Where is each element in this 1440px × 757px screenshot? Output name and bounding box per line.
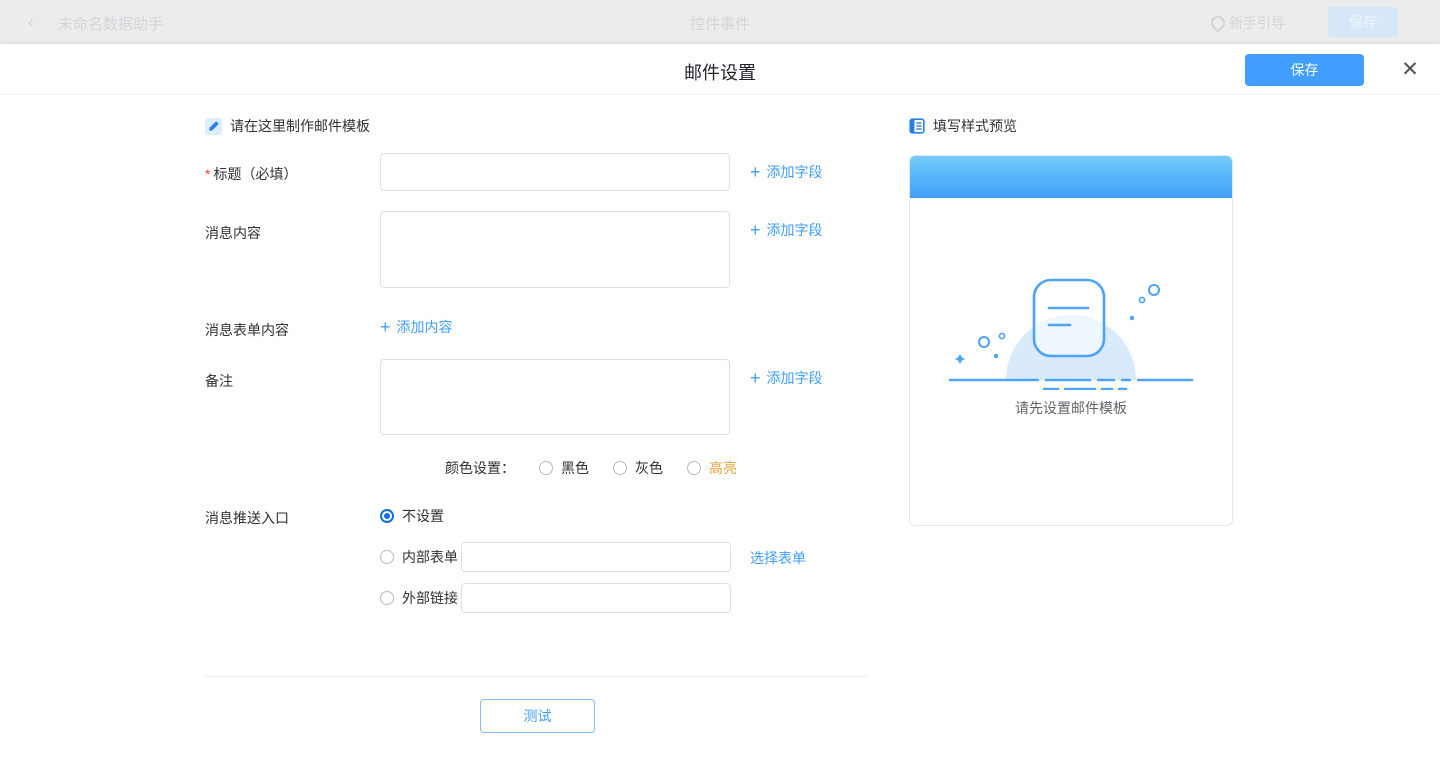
- internal-form-input[interactable]: [461, 542, 731, 572]
- message-form-content-label: 消息表单内容: [205, 320, 289, 340]
- preview-section-header: 填写样式预览: [909, 116, 1017, 136]
- preview-card: 请先设置邮件模板: [909, 155, 1233, 526]
- topbar-save-button[interactable]: 保存: [1328, 7, 1398, 37]
- preview-section-title: 填写样式预览: [933, 116, 1017, 136]
- beginner-guide-label: 新手引导: [1229, 13, 1285, 33]
- plus-icon: +: [750, 369, 761, 387]
- title-input[interactable]: [380, 153, 730, 191]
- radio-option-highlight[interactable]: 高亮: [687, 458, 737, 478]
- add-field-link-remark[interactable]: + 添加字段: [750, 368, 823, 388]
- push-entry-label: 消息推送入口: [205, 508, 289, 528]
- radio-icon[interactable]: [380, 550, 394, 564]
- add-field-link-title[interactable]: + 添加字段: [750, 162, 823, 182]
- beginner-guide-button[interactable]: 新手引导: [1211, 13, 1285, 33]
- radio-option-none[interactable]: 不设置: [380, 506, 444, 526]
- radio-icon[interactable]: [539, 461, 553, 475]
- color-setting-label: 颜色设置：: [445, 458, 515, 478]
- message-content-label: 消息内容: [205, 223, 261, 243]
- empty-state-illustration: [946, 268, 1196, 393]
- email-settings-screen: ‹ 未命名数据助手 控件事件 新手引导 保存 邮件设置 保存 ✕ 请在这里制作邮…: [0, 0, 1440, 757]
- radio-option-gray[interactable]: 灰色: [613, 458, 663, 478]
- preview-card-header: [910, 156, 1232, 198]
- radio-icon[interactable]: [687, 461, 701, 475]
- plus-icon: +: [750, 221, 761, 239]
- preview-empty-text: 请先设置邮件模板: [910, 398, 1232, 418]
- radio-option-internal-form[interactable]: 内部表单: [380, 542, 458, 572]
- title-field-label: *标题（必填）: [205, 164, 297, 184]
- section-divider: [205, 676, 868, 677]
- radio-selected-icon[interactable]: [380, 509, 394, 523]
- test-button[interactable]: 测试: [480, 699, 595, 733]
- plus-icon: +: [380, 318, 391, 336]
- radio-icon[interactable]: [380, 591, 394, 605]
- close-icon[interactable]: ✕: [1396, 56, 1424, 84]
- email-settings-modal: 邮件设置 保存 ✕ 请在这里制作邮件模板 *标题（必填） + 添加字段 消息内容…: [0, 44, 1440, 757]
- required-asterisk: *: [205, 166, 210, 182]
- location-pin-icon: [1208, 13, 1228, 33]
- form-preview-icon: [909, 118, 925, 134]
- save-button[interactable]: 保存: [1245, 54, 1364, 86]
- modal-title: 邮件设置: [0, 59, 1440, 85]
- external-link-input[interactable]: [461, 583, 731, 613]
- radio-option-external-link[interactable]: 外部链接: [380, 583, 458, 613]
- add-content-link[interactable]: + 添加内容: [380, 317, 453, 337]
- template-section-title: 请在这里制作邮件模板: [230, 116, 370, 136]
- radio-icon[interactable]: [613, 461, 627, 475]
- plus-icon: +: [750, 163, 761, 181]
- message-content-textarea[interactable]: [380, 211, 730, 288]
- remark-textarea[interactable]: [380, 359, 730, 435]
- app-topbar: ‹ 未命名数据助手 控件事件 新手引导 保存: [0, 0, 1440, 44]
- select-form-link[interactable]: 选择表单: [750, 548, 806, 568]
- edit-pencil-icon: [205, 118, 222, 135]
- template-section-header: 请在这里制作邮件模板: [205, 116, 370, 136]
- color-setting-row: 颜色设置： 黑色 灰色 高亮: [445, 458, 737, 478]
- remark-label: 备注: [205, 371, 233, 391]
- modal-header: 邮件设置 保存 ✕: [0, 44, 1440, 95]
- add-field-link-message[interactable]: + 添加字段: [750, 220, 823, 240]
- radio-option-black[interactable]: 黑色: [539, 458, 589, 478]
